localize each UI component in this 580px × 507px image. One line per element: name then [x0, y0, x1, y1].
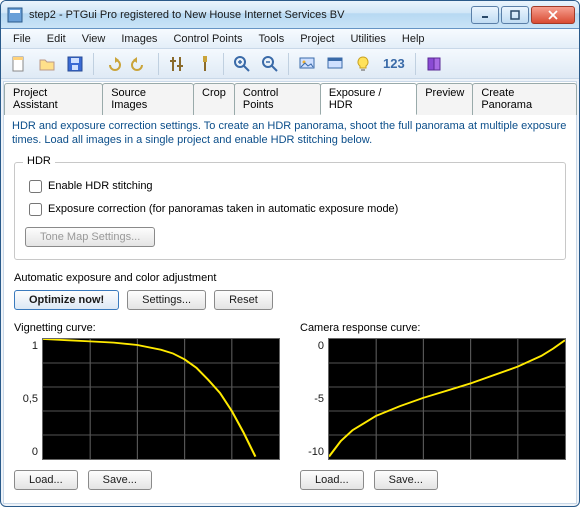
camera-response-title: Camera response curve:	[300, 322, 566, 334]
settings-button[interactable]: Settings...	[127, 290, 206, 310]
panel-body: HDR Enable HDR stitching Exposure correc…	[4, 152, 576, 503]
camera-response-yticks: 0 -5 -10	[300, 338, 324, 460]
tick-label: -5	[314, 393, 324, 405]
hdr-legend: HDR	[23, 155, 55, 167]
ruler-number-display[interactable]: 123	[379, 56, 409, 71]
camera-response-curve	[329, 340, 565, 456]
vignetting-curve	[43, 339, 255, 457]
menu-file[interactable]: File	[5, 31, 39, 47]
menu-help[interactable]: Help	[394, 31, 433, 47]
panorama-editor-button[interactable]	[323, 52, 347, 76]
redo-button[interactable]	[128, 52, 152, 76]
control-points-icon	[168, 55, 186, 73]
close-icon	[547, 10, 559, 20]
tone-map-settings-button: Tone Map Settings...	[25, 227, 155, 247]
hdr-groupbox: HDR Enable HDR stitching Exposure correc…	[14, 162, 566, 260]
preview-icon	[298, 55, 316, 73]
tab-control-points[interactable]: Control Points	[234, 83, 321, 115]
tabstrip: Project Assistant Source Images Crop Con…	[4, 82, 576, 115]
save-button[interactable]	[63, 52, 87, 76]
toolbar-separator	[223, 53, 224, 75]
enable-hdr-checkbox[interactable]	[29, 180, 42, 193]
toolbar-separator	[158, 53, 159, 75]
tab-preview[interactable]: Preview	[416, 83, 473, 115]
tab-create-panorama[interactable]: Create Panorama	[472, 83, 577, 115]
optimize-now-button[interactable]: Optimize now!	[14, 290, 119, 310]
optimizer-button[interactable]	[193, 52, 217, 76]
vignetting-load-button[interactable]: Load...	[14, 470, 78, 490]
tab-exposure-hdr[interactable]: Exposure / HDR	[320, 83, 417, 115]
tick-label: -10	[308, 446, 324, 458]
exposure-correction-label: Exposure correction (for panoramas taken…	[48, 203, 398, 215]
menu-edit[interactable]: Edit	[39, 31, 74, 47]
lightbulb-icon	[354, 55, 372, 73]
auto-adjust-title: Automatic exposure and color adjustment	[14, 272, 566, 284]
app-window: step2 - PTGui Pro registered to New Hous…	[0, 0, 580, 507]
toolbar: 123	[1, 49, 579, 79]
hints-button[interactable]	[351, 52, 375, 76]
reset-button[interactable]: Reset	[214, 290, 273, 310]
menu-view[interactable]: View	[74, 31, 114, 47]
vignetting-column: Vignetting curve: 1 0,5 0	[14, 322, 280, 490]
menu-project[interactable]: Project	[292, 31, 342, 47]
menubar: File Edit View Images Control Points Too…	[1, 29, 579, 49]
undo-icon	[103, 55, 121, 73]
info-text: HDR and exposure correction settings. To…	[4, 115, 576, 152]
tab-crop[interactable]: Crop	[193, 83, 235, 115]
charts-row: Vignetting curve: 1 0,5 0	[14, 322, 566, 490]
content-panel: Project Assistant Source Images Crop Con…	[3, 81, 577, 504]
control-points-button[interactable]	[165, 52, 189, 76]
panorama-icon	[326, 55, 344, 73]
vignetting-yticks: 1 0,5 0	[14, 338, 38, 460]
zoom-out-button[interactable]	[258, 52, 282, 76]
floppy-icon	[66, 55, 84, 73]
camera-response-save-button[interactable]: Save...	[374, 470, 438, 490]
tick-label: 1	[32, 340, 38, 352]
window-title: step2 - PTGui Pro registered to New Hous…	[29, 9, 471, 21]
zoom-in-button[interactable]	[230, 52, 254, 76]
camera-response-column: Camera response curve: 0 -5 -10	[300, 322, 566, 490]
camera-response-load-button[interactable]: Load...	[300, 470, 364, 490]
toolbar-separator	[93, 53, 94, 75]
tab-project-assistant[interactable]: Project Assistant	[4, 83, 103, 115]
close-button[interactable]	[531, 6, 575, 24]
tick-label: 0	[32, 446, 38, 458]
menu-images[interactable]: Images	[113, 31, 165, 47]
maximize-button[interactable]	[501, 6, 529, 24]
vignetting-save-button[interactable]: Save...	[88, 470, 152, 490]
new-project-button[interactable]	[7, 52, 31, 76]
help-button[interactable]	[422, 52, 446, 76]
zoom-in-icon	[233, 55, 251, 73]
minimize-icon	[480, 10, 490, 20]
toolbar-separator	[288, 53, 289, 75]
zoom-out-icon	[261, 55, 279, 73]
menu-control-points[interactable]: Control Points	[165, 31, 250, 47]
vignetting-chart	[42, 338, 280, 460]
app-icon	[7, 7, 23, 23]
menu-tools[interactable]: Tools	[251, 31, 293, 47]
enable-hdr-label: Enable HDR stitching	[48, 180, 153, 192]
undo-button[interactable]	[100, 52, 124, 76]
maximize-icon	[510, 10, 520, 20]
camera-response-chart	[328, 338, 566, 460]
hammer-icon	[196, 55, 214, 73]
open-button[interactable]	[35, 52, 59, 76]
preview-button[interactable]	[295, 52, 319, 76]
exposure-correction-checkbox[interactable]	[29, 203, 42, 216]
titlebar[interactable]: step2 - PTGui Pro registered to New Hous…	[1, 1, 579, 29]
folder-open-icon	[38, 55, 56, 73]
tab-source-images[interactable]: Source Images	[102, 83, 194, 115]
toolbar-separator	[415, 53, 416, 75]
document-icon	[10, 55, 28, 73]
vignetting-title: Vignetting curve:	[14, 322, 280, 334]
tick-label: 0,5	[23, 393, 38, 405]
tick-label: 0	[318, 340, 324, 352]
redo-icon	[131, 55, 149, 73]
menu-utilities[interactable]: Utilities	[342, 31, 393, 47]
book-icon	[425, 55, 443, 73]
minimize-button[interactable]	[471, 6, 499, 24]
